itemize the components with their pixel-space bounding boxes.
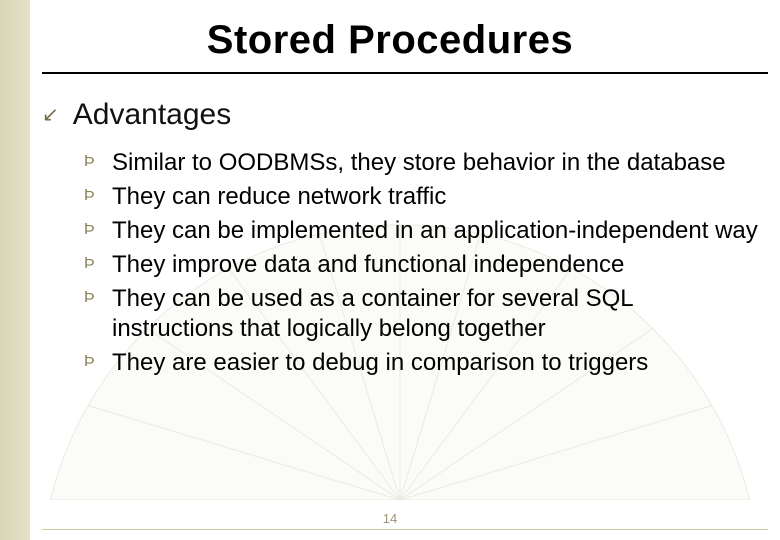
thorn-bullet-icon: Þ — [84, 284, 112, 312]
thorn-bullet-icon: Þ — [84, 250, 112, 278]
list-item: Þ They can reduce network traffic — [84, 182, 760, 212]
list-item-text: They are easier to debug in comparison t… — [112, 348, 648, 378]
bottom-divider — [42, 529, 768, 530]
list-item: Þ They are easier to debug in comparison… — [84, 348, 760, 378]
list-item: Þ They can be used as a container for se… — [84, 284, 760, 344]
body-list: Þ Similar to OODBMSs, they store behavio… — [84, 148, 760, 382]
slide-title: Stored Procedures — [0, 18, 780, 63]
list-item: Þ They improve data and functional indep… — [84, 250, 760, 280]
left-decorative-band — [0, 0, 30, 540]
thorn-bullet-icon: Þ — [84, 216, 112, 244]
subtitle-row: ↙ Advantages — [42, 98, 231, 132]
list-item-text: Similar to OODBMSs, they store behavior … — [112, 148, 726, 178]
list-item-text: They can be implemented in an applicatio… — [112, 216, 758, 246]
list-item-text: They can reduce network traffic — [112, 182, 446, 212]
list-item-text: They improve data and functional indepen… — [112, 250, 624, 280]
list-item: Þ They can be implemented in an applicat… — [84, 216, 760, 246]
thorn-bullet-icon: Þ — [84, 182, 112, 210]
list-item-text: They can be used as a container for seve… — [112, 284, 760, 344]
slide: Stored Procedures ↙ Advantages Þ Similar… — [0, 0, 780, 540]
thorn-bullet-icon: Þ — [84, 348, 112, 376]
page-number: 14 — [0, 511, 780, 526]
slide-subtitle: Advantages — [73, 98, 231, 132]
title-underline — [42, 72, 768, 74]
list-item: Þ Similar to OODBMSs, they store behavio… — [84, 148, 760, 178]
thorn-bullet-icon: Þ — [84, 148, 112, 176]
arrow-bullet-icon: ↙ — [42, 105, 59, 125]
